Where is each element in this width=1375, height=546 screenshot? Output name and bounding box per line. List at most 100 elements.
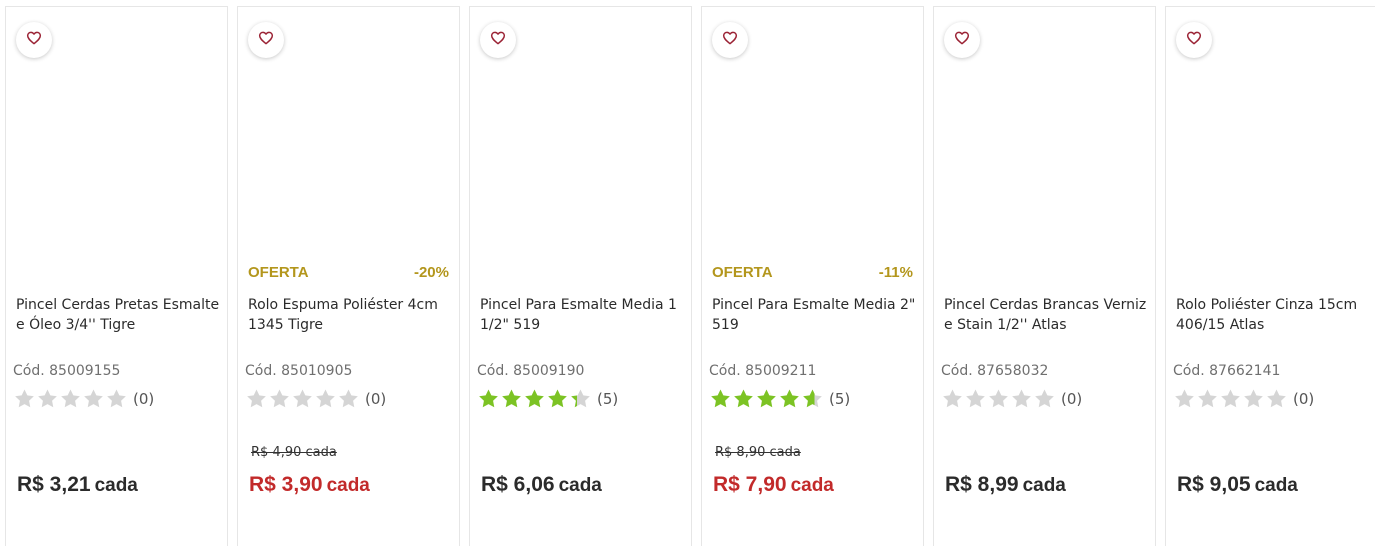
heart-outline-icon: [1186, 30, 1202, 50]
star-icon: [1175, 389, 1194, 408]
price-unit: cada: [94, 475, 138, 496]
review-count: (5): [829, 390, 851, 408]
offer-label: OFERTA: [712, 263, 773, 281]
star-icon: [780, 389, 799, 408]
discount-badge: -20%: [413, 263, 449, 281]
product-code: Cód. 85009190: [477, 363, 585, 379]
star-icon: [316, 389, 335, 408]
old-price: R$ 4,90 cada: [251, 445, 337, 460]
star-icon: [293, 389, 312, 408]
star-icon: [38, 389, 57, 408]
offer-row: [1176, 262, 1365, 282]
price-unit: cada: [790, 475, 834, 496]
star-icon: [61, 389, 80, 408]
review-count: (0): [133, 390, 155, 408]
product-card[interactable]: Rolo Poliéster Cinza 15cm 406/15 Atlas C…: [1165, 6, 1375, 546]
star-icon: [757, 389, 776, 408]
offer-label: OFERTA: [248, 263, 309, 281]
heart-outline-icon: [26, 30, 42, 50]
star-icon: [1221, 389, 1240, 408]
rating: (0): [941, 387, 1082, 411]
product-code: Cód. 85009155: [13, 363, 121, 379]
price-value: R$ 6,06: [481, 473, 555, 496]
price: R$ 3,90 cada: [249, 473, 370, 497]
star-icon: [943, 389, 962, 408]
product-name[interactable]: Pincel Cerdas Brancas Verniz e Stain 1/2…: [944, 295, 1149, 335]
price-value: R$ 7,90: [713, 473, 787, 496]
favorite-button[interactable]: [480, 22, 516, 58]
star-rating: [941, 388, 1056, 410]
offer-row: [480, 262, 681, 282]
star-icon: [1267, 389, 1286, 408]
review-count: (0): [365, 390, 387, 408]
star-icon: [1012, 389, 1031, 408]
price-unit: cada: [558, 475, 602, 496]
star-icon: [339, 389, 358, 408]
product-name[interactable]: Pincel Cerdas Pretas Esmalte e Óleo 3/4'…: [16, 295, 221, 335]
star-icon: [247, 389, 266, 408]
favorite-button[interactable]: [248, 22, 284, 58]
favorite-button[interactable]: [1176, 22, 1212, 58]
favorite-button[interactable]: [16, 22, 52, 58]
star-icon: [84, 389, 103, 408]
star-icon: [502, 389, 521, 408]
price: R$ 9,05 cada: [1177, 473, 1298, 497]
star-rating: [709, 388, 824, 410]
star-icon: [107, 389, 126, 408]
review-count: (0): [1293, 390, 1315, 408]
product-card[interactable]: Pincel Cerdas Brancas Verniz e Stain 1/2…: [933, 6, 1156, 546]
star-icon: [1198, 389, 1217, 408]
offer-row: [944, 262, 1145, 282]
rating: (0): [1173, 387, 1314, 411]
review-count: (0): [1061, 390, 1083, 408]
rating: (5): [477, 387, 618, 411]
heart-outline-icon: [722, 30, 738, 50]
product-card[interactable]: Pincel Para Esmalte Media 1 1/2" 519 Cód…: [469, 6, 692, 546]
star-icon: [711, 389, 730, 408]
rating: (0): [245, 387, 386, 411]
price-value: R$ 3,21: [17, 473, 91, 496]
product-code: Cód. 87662141: [1173, 363, 1281, 379]
star-icon: [1244, 389, 1263, 408]
heart-outline-icon: [490, 30, 506, 50]
product-card[interactable]: OFERTA -11% Pincel Para Esmalte Media 2" …: [701, 6, 924, 546]
offer-row: OFERTA -20%: [248, 262, 449, 282]
offer-row: [16, 262, 217, 282]
review-count: (5): [597, 390, 619, 408]
star-rating: [13, 388, 128, 410]
price-unit: cada: [326, 475, 370, 496]
star-icon: [479, 389, 498, 408]
star-icon: [1035, 389, 1054, 408]
product-card[interactable]: OFERTA -20% Rolo Espuma Poliéster 4cm 134…: [237, 6, 460, 546]
star-icon: [803, 389, 822, 408]
price-value: R$ 9,05: [1177, 473, 1251, 496]
star-rating: [477, 388, 592, 410]
product-code: Cód. 85010905: [245, 363, 353, 379]
product-name[interactable]: Pincel Para Esmalte Media 2" 519: [712, 295, 917, 335]
product-code: Cód. 87658032: [941, 363, 1049, 379]
price: R$ 8,99 cada: [945, 473, 1066, 497]
price: R$ 3,21 cada: [17, 473, 138, 497]
favorite-button[interactable]: [712, 22, 748, 58]
product-name[interactable]: Rolo Espuma Poliéster 4cm 1345 Tigre: [248, 295, 453, 335]
rating: (0): [13, 387, 154, 411]
star-icon: [966, 389, 985, 408]
favorite-button[interactable]: [944, 22, 980, 58]
star-rating: [1173, 388, 1288, 410]
price: R$ 7,90 cada: [713, 473, 834, 497]
price: R$ 6,06 cada: [481, 473, 602, 497]
product-name[interactable]: Pincel Para Esmalte Media 1 1/2" 519: [480, 295, 685, 335]
heart-outline-icon: [954, 30, 970, 50]
product-name[interactable]: Rolo Poliéster Cinza 15cm 406/15 Atlas: [1176, 295, 1369, 335]
price-value: R$ 8,99: [945, 473, 1019, 496]
product-card[interactable]: Pincel Cerdas Pretas Esmalte e Óleo 3/4'…: [5, 6, 228, 546]
product-code: Cód. 85009211: [709, 363, 817, 379]
old-price: R$ 8,90 cada: [715, 445, 801, 460]
star-rating: [245, 388, 360, 410]
star-icon: [15, 389, 34, 408]
price-unit: cada: [1022, 475, 1066, 496]
star-icon: [989, 389, 1008, 408]
price-unit: cada: [1254, 475, 1298, 496]
star-icon: [548, 389, 567, 408]
discount-badge: -11%: [878, 263, 913, 281]
